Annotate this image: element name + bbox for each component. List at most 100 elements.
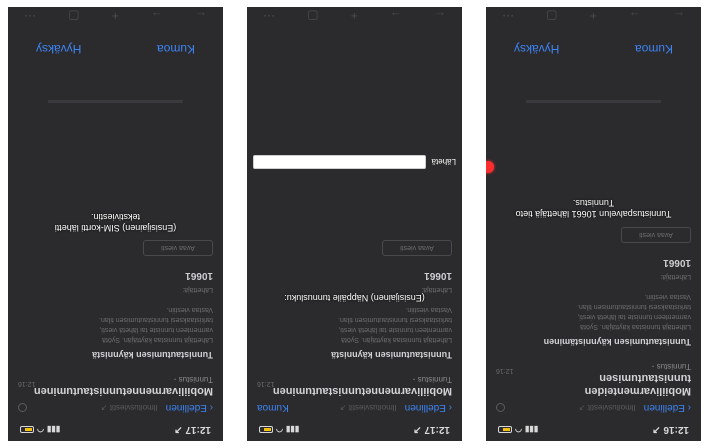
navigation-bar: ‹ Edellinen Ilmoitusviestit ↗ Kumoa <box>247 397 462 419</box>
message-body: Lähettäjä tunnistaa käyttäjän. Syötä var… <box>18 304 213 344</box>
browser-toolbar: ← → + ▢ ⋯ <box>486 7 701 25</box>
thread-subtitle: Tunnistautumisen käynnistäminen <box>543 337 691 347</box>
sim-toolkit-line: (Ensisijainen) Näppäile tunnusluku: <box>284 293 425 303</box>
open-message-button[interactable]: Avaa viesti <box>143 240 213 256</box>
signal-icon: ▮▮▮ <box>285 425 300 435</box>
back-button[interactable]: ‹ Edellinen <box>644 403 691 414</box>
status-icons: ▮▮▮ ◠ <box>498 426 538 435</box>
sender-number: 10661 <box>424 270 452 281</box>
message-body: Lähettäjä tunnistaa käyttäjän. Syötä var… <box>257 304 452 344</box>
message-line: Lähettäjä tunnistaa käyttäjän. Syötä <box>341 336 452 343</box>
dialog-actions: Kumoa Hyväksy <box>8 25 223 73</box>
tabs-icon[interactable]: ▢ <box>546 9 557 23</box>
sender-number: 10661 <box>663 257 691 268</box>
accept-button[interactable]: Hyväksy <box>36 42 81 56</box>
back-arrow-icon[interactable]: ← <box>195 9 207 23</box>
sim-toolkit-line: Tunnistuspalvelun 10661 lähettäjä tieto <box>515 209 672 219</box>
info-icon[interactable] <box>496 403 505 413</box>
add-icon[interactable]: + <box>112 9 119 23</box>
sender-label: Lähettäjä: <box>182 286 213 293</box>
thread-title: Mobiilivarmennetunnistautuminen <box>272 385 452 397</box>
wifi-icon: ◠ <box>37 425 44 435</box>
signal-icon: ▮▮▮ <box>46 425 61 435</box>
message-line: tarkistaaksesi tunnistautumisen tilan. <box>577 303 691 310</box>
message-line: varmenteen tunniste tai lähetä viesti, <box>338 326 452 333</box>
message-line: Vastaa viestiin. <box>166 306 213 313</box>
more-icon[interactable]: ⋯ <box>502 9 514 23</box>
cancel-link[interactable]: Kumoa <box>257 403 289 414</box>
phone-screen-2: 12:17 ↗ ▮▮▮ ◠ ‹ Edellinen Ilmoitusviesti… <box>247 7 462 441</box>
status-time: 12:17 ↗ <box>174 424 211 436</box>
send-label[interactable]: Lähetä <box>432 158 456 167</box>
message-line: Lähettäjä tunnistaa käyttäjän. Syötä <box>580 323 691 330</box>
forward-arrow-icon[interactable]: → <box>629 9 641 23</box>
status-icons: ▮▮▮ ◠ <box>20 426 60 435</box>
passcode-input[interactable] <box>253 155 426 169</box>
signal-icon: ▮▮▮ <box>524 425 539 435</box>
battery-icon <box>20 426 34 434</box>
cancel-button[interactable]: Kumoa <box>635 42 673 56</box>
message-line: Vastaa viestiin. <box>644 293 691 300</box>
message-line: varmenteen tunniste tai lähetä viesti, <box>577 313 691 320</box>
phone-screen-3: 12:17 ↗ ▮▮▮ ◠ ‹ Edellinen Ilmoitusviesti… <box>8 7 223 441</box>
status-bar: 12:17 ↗ ▮▮▮ ◠ <box>8 419 223 441</box>
passcode-row: Lähetä <box>253 154 456 170</box>
sim-toolkit-line: tekstiviestin. <box>90 212 141 222</box>
add-icon[interactable]: + <box>351 9 358 23</box>
battery-icon <box>259 426 273 434</box>
accept-button[interactable]: Hyväksy <box>514 42 559 56</box>
thread-subtitle: Tunnistautumisen käynnistä <box>92 350 213 360</box>
back-button[interactable]: ‹ Edellinen <box>166 403 213 414</box>
cancel-button[interactable]: Kumoa <box>157 42 195 56</box>
nav-title: Ilmoitusviestit ↗ <box>578 403 636 413</box>
message-thread: Mobiilivarmennetunnistautuminen Tunnistu… <box>8 240 223 397</box>
browser-toolbar: ← → + ▢ ⋯ <box>8 7 223 25</box>
forward-arrow-icon[interactable]: → <box>390 9 402 23</box>
back-button[interactable]: ‹ Edellinen <box>405 403 452 414</box>
nav-title: Ilmoitusviestit ↗ <box>339 403 397 413</box>
sim-toolkit-message: (Ensisijainen) SIM-kortti lähetti teksti… <box>8 211 223 233</box>
browser-toolbar: ← → + ▢ ⋯ <box>247 7 462 25</box>
add-icon[interactable]: + <box>590 9 597 23</box>
nav-title: Ilmoitusviestit ↗ <box>100 403 158 413</box>
message-line: varmenteen tunniste tai lähetä viesti, <box>99 326 213 333</box>
status-bar: 12:17 ↗ ▮▮▮ ◠ <box>247 419 462 441</box>
message-body: Lähettäjä tunnistaa käyttäjän. Syötä var… <box>496 291 691 331</box>
open-message-button[interactable]: Avaa viesti <box>382 240 452 256</box>
navigation-bar: ‹ Edellinen Ilmoitusviestit ↗ <box>8 397 223 419</box>
navigation-bar: ‹ Edellinen Ilmoitusviestit ↗ <box>486 397 701 419</box>
rotated-composition: 12:16 ↗ ▮▮▮ ◠ ‹ Edellinen Ilmoitusviesti… <box>0 0 710 448</box>
back-label: Edellinen <box>165 402 207 414</box>
back-label: Edellinen <box>404 402 446 414</box>
thread-title: Mobiilivarmennetunnistautuminen <box>33 385 213 397</box>
wifi-icon: ◠ <box>515 425 522 435</box>
sender-label: Lähettäjä: <box>660 273 691 280</box>
divider <box>48 100 183 103</box>
sender-number: 10661 <box>185 270 213 281</box>
tap-indicator <box>486 161 494 173</box>
dialog-actions: Kumoa Hyväksy <box>486 25 701 73</box>
tabs-icon[interactable]: ▢ <box>68 9 79 23</box>
back-arrow-icon[interactable]: ← <box>434 9 446 23</box>
status-bar: 12:16 ↗ ▮▮▮ ◠ <box>486 419 701 441</box>
forward-arrow-icon[interactable]: → <box>151 9 163 23</box>
message-line: Lähettäjä tunnistaa käyttäjän. Syötä <box>102 336 213 343</box>
thread-title: Mobiilivarmenteiden tunnistautumisen <box>584 372 691 397</box>
message-thread: Mobiilivarmenteiden tunnistautumisen Tun… <box>486 227 701 397</box>
sim-toolkit-message: (Ensisijainen) Näppäile tunnusluku: <box>247 292 462 303</box>
message-line: Vastaa viestiin. <box>405 306 452 313</box>
status-time: 12:17 ↗ <box>413 424 450 436</box>
divider <box>526 100 661 103</box>
more-icon[interactable]: ⋯ <box>24 9 36 23</box>
back-label: Edellinen <box>643 402 685 414</box>
status-time: 12:16 ↗ <box>652 424 689 436</box>
tabs-icon[interactable]: ▢ <box>307 9 318 23</box>
more-icon[interactable]: ⋯ <box>263 9 275 23</box>
open-message-button[interactable]: Avaa viesti <box>621 227 691 243</box>
message-thread: Mobiilivarmennetunnistautuminen Tunnistu… <box>247 240 462 397</box>
wifi-icon: ◠ <box>276 425 283 435</box>
sim-toolkit-message: Tunnistuspalvelun 10661 lähettäjä tieto … <box>486 197 701 219</box>
info-icon[interactable] <box>18 403 27 413</box>
message-line: tarkistaaksesi tunnistautumisen tilan. <box>338 316 452 323</box>
back-arrow-icon[interactable]: ← <box>673 9 685 23</box>
